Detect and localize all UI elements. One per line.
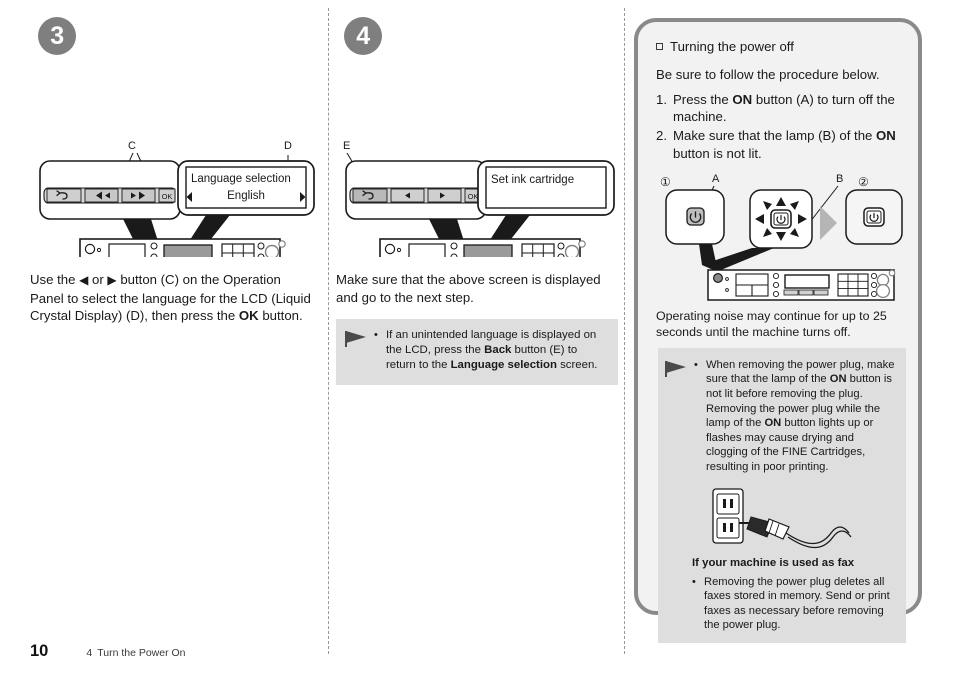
step-3-column: 3 C D OK Language selection English Use … xyxy=(30,0,322,325)
item-text: Make sure that the lamp (B) of the ON bu… xyxy=(673,128,896,161)
circled-1: ① xyxy=(660,175,671,189)
step-3-text-pre: Use the xyxy=(30,272,80,287)
tip-item: • When removing the power plug, make sur… xyxy=(694,358,898,475)
page-footer: 10 4 Turn the Power On xyxy=(30,642,186,661)
tip-text: If an unintended language is displayed o… xyxy=(386,329,598,372)
label-e: E xyxy=(343,140,350,152)
on-button-box-2 xyxy=(845,189,903,245)
step-4-badge: 4 xyxy=(344,17,382,55)
panel-lead-text: Be sure to follow the procedure below. xyxy=(656,67,880,82)
step-4-column: 4 E OK Set ink cartridge Make sure that … xyxy=(336,0,618,385)
on-button-lamp-box xyxy=(710,189,813,272)
column-divider-2 xyxy=(624,8,625,654)
power-off-diagram: ① A B ② xyxy=(654,168,903,301)
lcd-line-1-step4: Set ink cartridge xyxy=(491,174,574,186)
label-c: C xyxy=(128,140,136,152)
manual-page: 3 C D OK Language selection English Use … xyxy=(0,0,954,676)
lcd-line-2: English xyxy=(227,190,265,202)
step-3-badge: 3 xyxy=(38,17,76,55)
fax-heading: If your machine is used as fax xyxy=(692,556,855,569)
left-arrow-glyph: ◀ xyxy=(79,273,89,287)
machine-operation-panel xyxy=(79,238,286,257)
panel-heading: Turning the power off xyxy=(656,38,902,55)
bullet-icon: • xyxy=(692,575,696,588)
footer-section: 4 Turn the Power On xyxy=(86,647,185,659)
step-4-tip-box: • If an unintended language is displayed… xyxy=(336,319,618,385)
footer-section-title: Turn the Power On xyxy=(97,647,186,659)
step-3-text-end: button. xyxy=(258,308,303,323)
list-item: 2. Make sure that the lamp (B) of the ON… xyxy=(656,127,902,161)
on-button-box-1 xyxy=(665,189,725,272)
machine-operation-panel-step4 xyxy=(379,238,586,257)
footer-section-number: 4 xyxy=(86,647,93,659)
fax-note-item: • Removing the power plug deletes all fa… xyxy=(692,575,898,633)
item-number: 2. xyxy=(656,128,667,144)
power-off-panel-column: Turning the power off Be sure to follow … xyxy=(634,18,922,643)
tip-item: • If an unintended language is displayed… xyxy=(374,328,608,374)
label-b: B xyxy=(836,173,843,185)
item-number: 1. xyxy=(656,92,667,107)
list-item: 1. Press the ON button (A) to turn off t… xyxy=(656,91,902,125)
step-3-illustration: C D OK Language selection English xyxy=(30,67,322,257)
page-number: 10 xyxy=(30,642,49,660)
warning-text: When removing the power plug, make sure … xyxy=(706,358,895,473)
operating-noise-text: Operating noise may continue for up to 2… xyxy=(656,308,887,339)
fax-note-text: Removing the power plug deletes all faxe… xyxy=(704,575,890,632)
step-3-body: Use the ◀ or ▶ button (C) on the Operati… xyxy=(30,271,318,325)
tip-flag-icon xyxy=(664,358,694,475)
machine-operation-panel-right xyxy=(707,269,896,301)
label-d: D xyxy=(284,140,292,152)
chevron-right-icon xyxy=(820,205,837,240)
column-divider-1 xyxy=(328,8,329,654)
label-a: A xyxy=(712,173,720,185)
item-text: Press the ON button (A) to turn off the … xyxy=(673,92,895,125)
bullet-icon: • xyxy=(694,358,698,371)
tip-list: • If an unintended language is displayed… xyxy=(374,328,608,374)
right-arrow-glyph: ▶ xyxy=(107,273,117,287)
step-3-text-mid: or xyxy=(88,272,108,287)
ok-button-ref: OK xyxy=(238,308,259,323)
step-4-body: Make sure that the above screen is displ… xyxy=(336,272,601,305)
step-4-illustration: E OK Set ink cartridge xyxy=(336,67,618,257)
power-off-panel: Turning the power off Be sure to follow … xyxy=(634,18,922,643)
panel-heading-text: Turning the power off xyxy=(670,39,794,54)
power-plug-note-box: • When removing the power plug, make sur… xyxy=(658,347,906,643)
circled-2: ② xyxy=(858,175,869,189)
tip-flag-icon xyxy=(344,328,374,374)
svg-text:OK: OK xyxy=(162,192,173,201)
square-bullet-icon xyxy=(656,43,663,50)
svg-text:OK: OK xyxy=(468,192,479,201)
panel-numbered-list: 1. Press the ON button (A) to turn off t… xyxy=(656,91,902,162)
power-plug-illustration xyxy=(664,485,898,551)
lcd-line-1: Language selection xyxy=(191,173,291,185)
warning-list: • When removing the power plug, make sur… xyxy=(694,358,898,475)
bullet-icon: • xyxy=(374,329,378,341)
